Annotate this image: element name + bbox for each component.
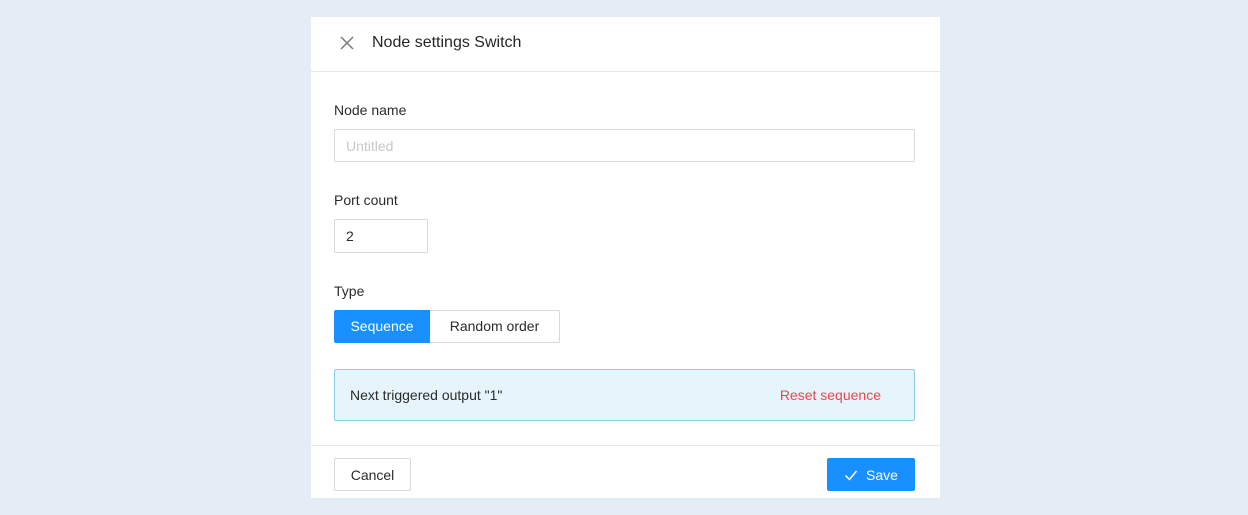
type-label: Type bbox=[334, 283, 365, 299]
port-count-input[interactable] bbox=[334, 219, 428, 253]
node-name-input[interactable] bbox=[334, 129, 915, 162]
type-option-random-order[interactable]: Random order bbox=[430, 310, 560, 343]
sequence-info-alert: Next triggered output "1" Reset sequence bbox=[334, 369, 915, 421]
dialog-title: Node settings Switch bbox=[372, 34, 522, 51]
reset-sequence-link[interactable]: Reset sequence bbox=[780, 386, 881, 404]
dialog-header: Node settings Switch bbox=[311, 17, 940, 72]
cancel-button[interactable]: Cancel bbox=[334, 458, 411, 491]
save-button[interactable]: Save bbox=[827, 458, 915, 491]
node-name-label: Node name bbox=[334, 102, 407, 118]
save-button-label: Save bbox=[866, 466, 898, 483]
type-option-sequence[interactable]: Sequence bbox=[334, 310, 430, 343]
close-icon[interactable] bbox=[337, 33, 357, 53]
port-count-label: Port count bbox=[334, 192, 398, 208]
dialog-footer: Cancel Save bbox=[311, 445, 940, 498]
node-settings-dialog: Node settings Switch Node name Port coun… bbox=[311, 17, 940, 498]
check-icon bbox=[844, 468, 858, 482]
next-output-text: Next triggered output "1" bbox=[350, 387, 503, 403]
type-segmented-control: Sequence Random order bbox=[334, 310, 560, 343]
